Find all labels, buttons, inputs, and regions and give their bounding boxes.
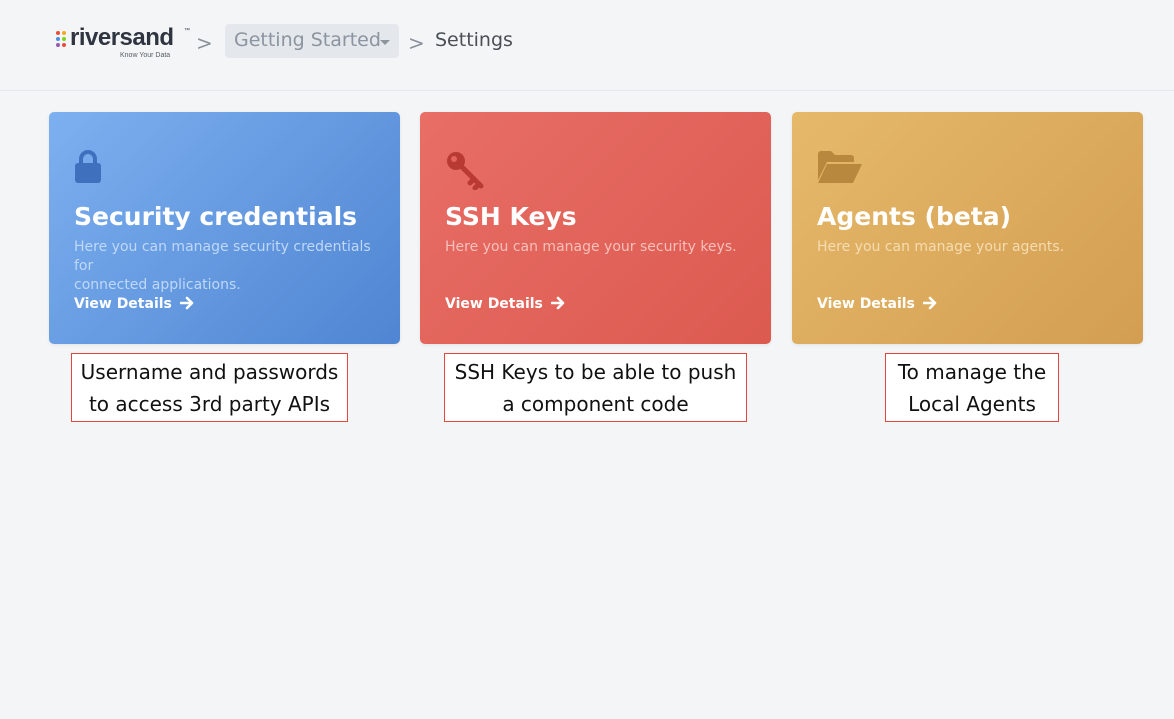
annotation-callout: To manage the Local Agents: [885, 353, 1059, 422]
folder-open-icon: [817, 150, 863, 188]
card-title: SSH Keys: [445, 202, 577, 231]
view-details-label: View Details: [74, 296, 172, 312]
logo-trademark: ™: [184, 28, 190, 34]
dropdown-label: Getting Started: [234, 29, 381, 51]
logo-tagline: Know Your Data: [120, 52, 171, 59]
breadcrumb-separator: >: [196, 31, 213, 55]
breadcrumb-separator: >: [408, 31, 425, 55]
security-credentials-card[interactable]: Security credentials Here you can manage…: [49, 112, 400, 344]
annotation-callout: Username and passwords to access 3rd par…: [71, 353, 348, 422]
card-title: Security credentials: [74, 202, 358, 231]
annotation-callout: SSH Keys to be able to push a component …: [444, 353, 747, 422]
card-title: Agents (beta): [817, 202, 1012, 231]
view-details-link[interactable]: View Details: [817, 296, 937, 314]
getting-started-dropdown[interactable]: Getting Started: [225, 24, 399, 58]
view-details-link[interactable]: View Details: [445, 296, 565, 314]
view-details-link[interactable]: View Details: [74, 296, 194, 314]
card-description: Here you can manage your agents.: [817, 239, 1065, 255]
breadcrumb-current-page: Settings: [435, 29, 513, 51]
card-description: Here you can manage security credentials…: [74, 239, 371, 293]
arrow-right-icon: [179, 296, 194, 314]
view-details-label: View Details: [817, 296, 915, 312]
ssh-keys-card[interactable]: SSH Keys Here you can manage your securi…: [420, 112, 771, 344]
logo-dots-icon: [56, 31, 68, 51]
caret-down-icon: [380, 40, 390, 45]
lock-icon: [74, 150, 102, 188]
logo-wordmark: riversand: [70, 24, 174, 51]
view-details-label: View Details: [445, 296, 543, 312]
agents-card[interactable]: Agents (beta) Here you can manage your a…: [792, 112, 1143, 344]
top-header: riversand ™ Know Your Data > Getting Sta…: [0, 0, 1174, 91]
arrow-right-icon: [550, 296, 565, 314]
card-description: Here you can manage your security keys.: [445, 239, 737, 255]
arrow-right-icon: [922, 296, 937, 314]
key-icon: [445, 150, 487, 194]
